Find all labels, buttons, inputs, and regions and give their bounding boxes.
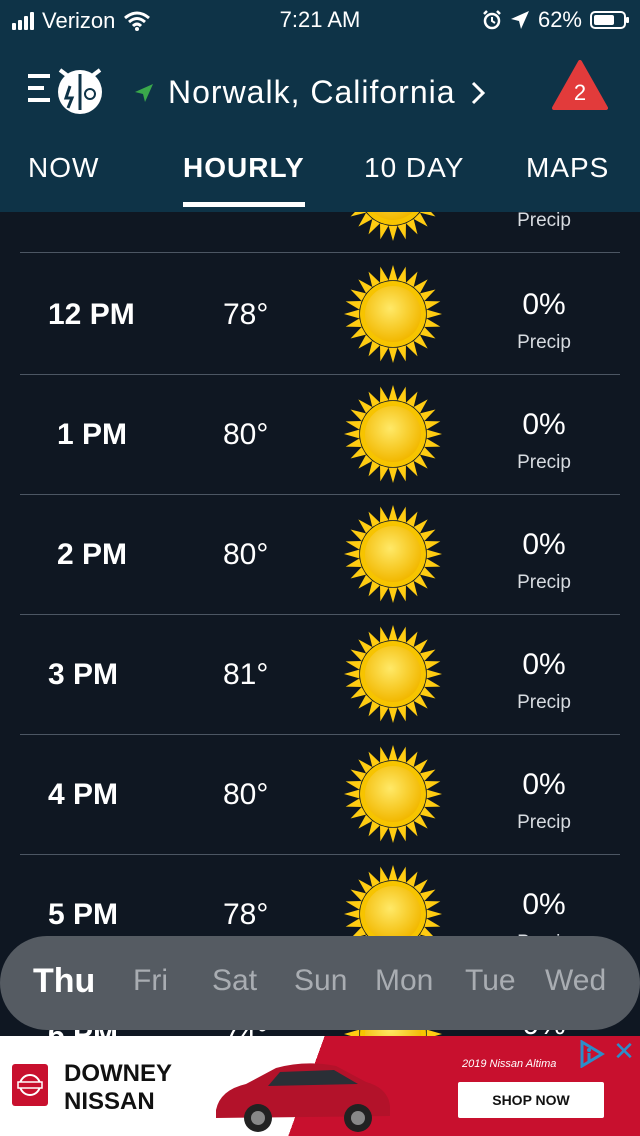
hour-label: 2 PM xyxy=(57,538,128,571)
hour-label: 12 PM xyxy=(48,298,135,331)
chevron-right-icon xyxy=(471,81,485,104)
ad-tagline: 2019 Nissan Altima xyxy=(462,1058,557,1070)
sun-icon xyxy=(344,385,442,483)
precip-chance: 0% xyxy=(522,288,566,321)
tab-hourly[interactable]: HOURLY xyxy=(183,152,305,207)
location-arrow-icon xyxy=(135,83,153,102)
ad-advertiser-line2: NISSAN xyxy=(64,1088,155,1115)
day-fri[interactable]: Fri xyxy=(133,964,168,998)
temperature: 78° xyxy=(223,898,269,931)
sun-icon xyxy=(344,625,442,723)
tab-maps[interactable]: MAPS xyxy=(526,152,609,184)
status-right: 62% xyxy=(482,7,629,33)
hour-label: 1 PM xyxy=(57,418,128,451)
tab-bar: NOW HOURLY 10 DAY MAPS xyxy=(0,152,640,212)
precip-label: Precip xyxy=(517,812,571,833)
sun-icon xyxy=(344,745,442,843)
precip-label: Precip xyxy=(517,332,571,353)
hourly-row[interactable]: 4 PM 80° 0% Precip xyxy=(20,734,620,855)
ad-advertiser-line1: DOWNEY xyxy=(64,1060,172,1087)
sun-icon xyxy=(344,265,442,363)
day-sun[interactable]: Sun xyxy=(294,964,347,998)
location-services-icon xyxy=(510,11,529,29)
ad-banner[interactable]: DOWNEY NISSAN 2019 Nissan Altima SHOP NO… xyxy=(0,1036,640,1136)
day-wed[interactable]: Wed xyxy=(545,964,606,998)
location-name: Norwalk, California xyxy=(168,74,456,110)
hourly-forecast-list[interactable]: Precip 12 PM 78° 0% Precip 1 PM 80° 0% Precip 2 P… xyxy=(20,212,620,1042)
alert-count: 2 xyxy=(573,80,587,105)
battery-icon xyxy=(590,11,629,29)
hour-label: 3 PM xyxy=(48,658,119,691)
app-header: Norwalk, California 2 NOW HOURLY 10 DAY … xyxy=(0,40,640,212)
sun-icon xyxy=(350,212,436,241)
alarm-icon xyxy=(483,10,501,30)
location-selector[interactable]: Norwalk, California xyxy=(134,74,486,111)
hour-label: 4 PM xyxy=(48,778,119,811)
day-thu[interactable]: Thu xyxy=(33,962,95,1001)
shop-now-button[interactable]: SHOP NOW xyxy=(458,1082,604,1118)
temperature: 80° xyxy=(223,778,269,811)
nissan-logo-icon xyxy=(12,1064,48,1106)
day-selector: Thu Fri Sat Sun Mon Tue Wed xyxy=(0,936,640,1030)
status-bar: Verizon 7:21 AM 62% xyxy=(0,0,640,40)
day-mon[interactable]: Mon xyxy=(375,964,433,998)
precip-label: Precip xyxy=(517,212,571,231)
car-image xyxy=(216,1063,390,1132)
day-sat[interactable]: Sat xyxy=(212,964,257,998)
hourly-row[interactable]: 3 PM 81° 0% Precip xyxy=(20,614,620,735)
hourly-row[interactable]: 1 PM 80° 0% Precip xyxy=(20,374,620,495)
sun-icon xyxy=(344,505,442,603)
temperature: 80° xyxy=(223,418,269,451)
hourly-row[interactable]: Precip xyxy=(20,212,620,253)
hourly-row[interactable]: 12 PM 78° 0% Precip xyxy=(20,254,620,375)
precip-chance: 0% xyxy=(522,528,566,561)
precip-chance: 0% xyxy=(522,408,566,441)
alert-button[interactable]: 2 xyxy=(552,60,608,110)
hour-label: 5 PM xyxy=(48,898,119,931)
ad-close-icon[interactable]: ✕ xyxy=(612,1038,636,1064)
hourly-row[interactable]: 2 PM 80° 0% Precip xyxy=(20,494,620,615)
precip-label: Precip xyxy=(517,692,571,713)
tab-now[interactable]: NOW xyxy=(28,152,99,184)
precip-label: Precip xyxy=(517,452,571,473)
temperature: 78° xyxy=(223,298,269,331)
menu-logo-icon[interactable] xyxy=(28,60,108,120)
precip-label: Precip xyxy=(517,572,571,593)
temperature: 81° xyxy=(223,658,269,691)
ad-choices-icon[interactable] xyxy=(578,1040,606,1068)
day-tue[interactable]: Tue xyxy=(465,964,516,998)
ad-advertiser: DOWNEY NISSAN xyxy=(64,1060,172,1116)
precip-chance: 0% xyxy=(522,768,566,801)
precip-chance: 0% xyxy=(522,888,566,921)
precip-chance: 0% xyxy=(522,648,566,681)
temperature: 80° xyxy=(223,538,269,571)
tab-10-day[interactable]: 10 DAY xyxy=(364,152,464,184)
battery-percent: 62% xyxy=(537,7,582,32)
